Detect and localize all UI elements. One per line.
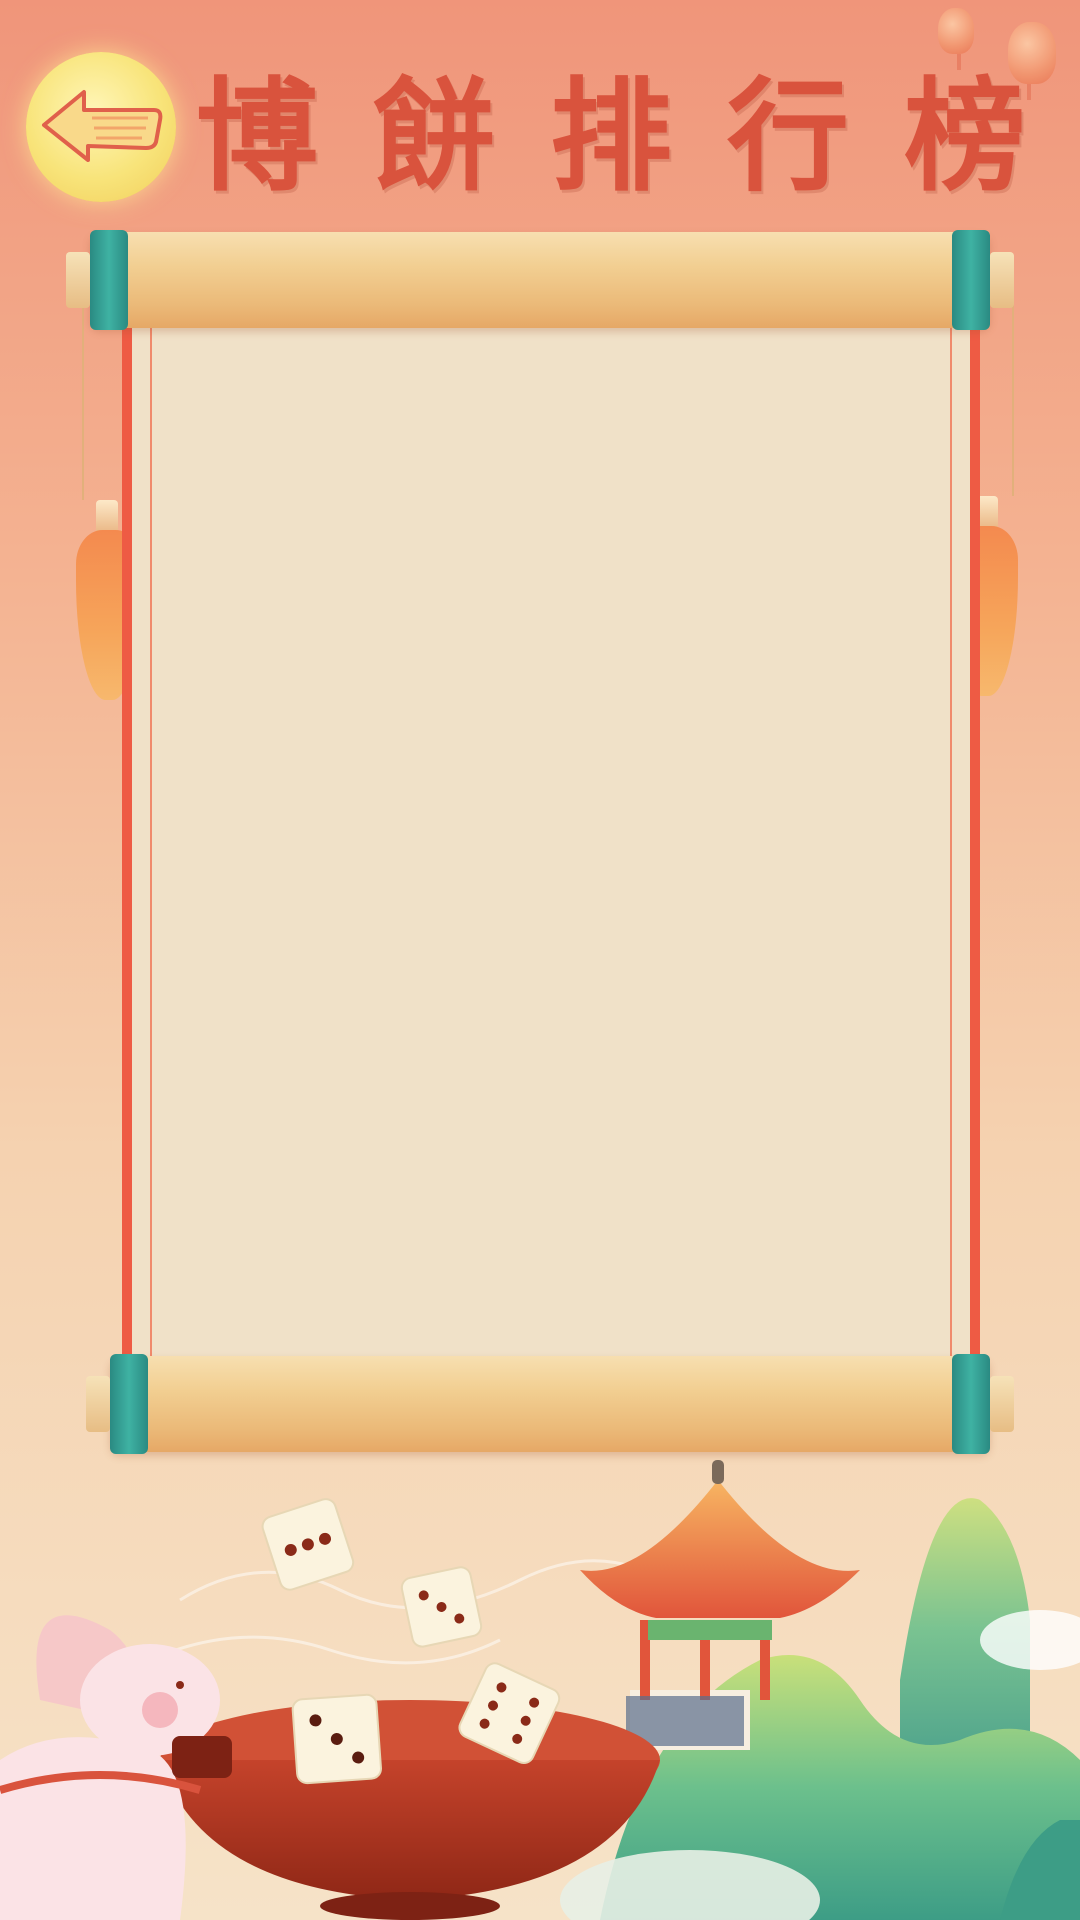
back-button[interactable] bbox=[26, 52, 176, 202]
page-title: 博餅排行榜 bbox=[196, 56, 1026, 208]
rabbit-icon bbox=[0, 1615, 232, 1920]
title-char: 排 bbox=[550, 63, 672, 208]
mid-autumn-scene bbox=[0, 1460, 1080, 1920]
title-char: 行 bbox=[727, 63, 849, 208]
left-arrow-icon bbox=[42, 90, 163, 162]
leaderboard-panel bbox=[122, 328, 980, 1358]
title-char: 餅 bbox=[373, 63, 495, 208]
title-char: 博 bbox=[196, 63, 318, 208]
scroll-cord-left bbox=[82, 300, 84, 500]
scroll-cord-right bbox=[1012, 300, 1014, 496]
scroll-roller-bottom bbox=[86, 1354, 1014, 1454]
title-char: 榜 bbox=[904, 63, 1026, 208]
scroll-roller-top bbox=[66, 230, 1014, 330]
